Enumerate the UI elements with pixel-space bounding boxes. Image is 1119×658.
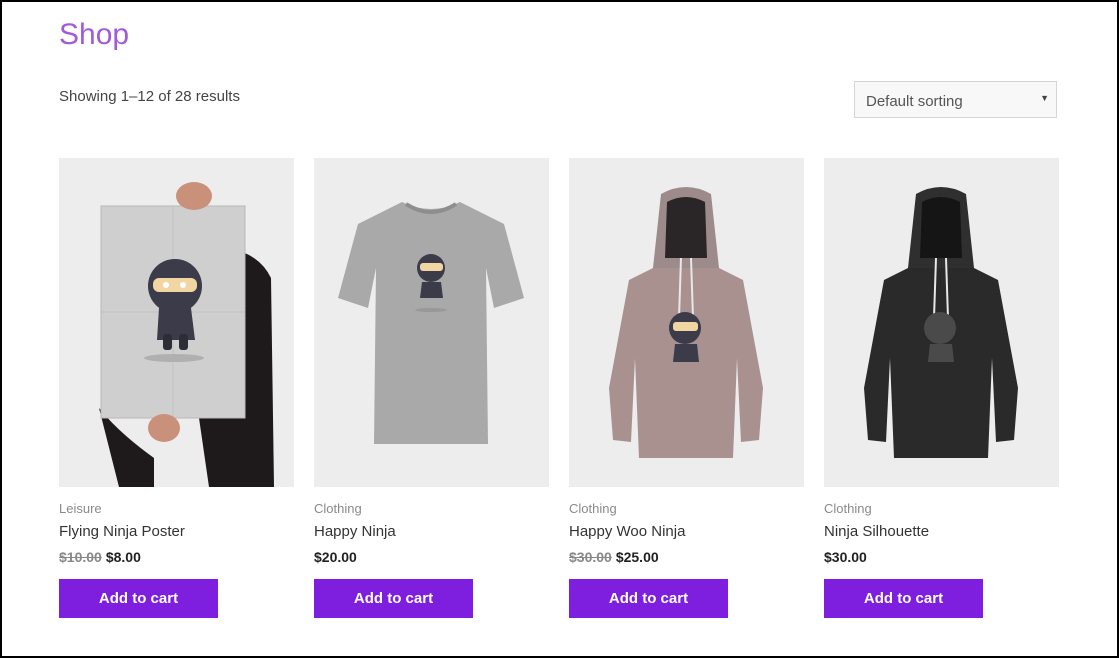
tshirt-ninja-image[interactable] [314,158,549,487]
product-name[interactable]: Flying Ninja Poster [59,523,185,540]
product-card: Clothing Happy Woo Ninja $30.00 $25.00 Ad… [569,158,804,618]
product-category[interactable]: Clothing [824,501,872,516]
sorting-selected-value: Default sorting [866,93,963,110]
product-old-price: $10.00 [59,549,102,565]
product-sale-price: $25.00 [615,549,659,565]
product-category[interactable]: Clothing [569,501,617,516]
poster-ninja-image[interactable] [59,158,294,487]
product-category[interactable]: Leisure [59,501,102,516]
product-name[interactable]: Happy Woo Ninja [569,523,685,540]
product-regular-price: $20.00 [314,549,357,565]
product-card: Clothing Happy Ninja $20.00 Add to cart [314,158,549,618]
product-card: Clothing Ninja Silhouette $30.00 Add to … [824,158,1059,618]
add-to-cart-button[interactable]: Add to cart [59,579,218,618]
product-price: $30.00 $25.00 [569,549,659,565]
shop-page: Shop Showing 1–12 of 28 results Default … [0,0,1119,658]
product-price: $10.00 $8.00 [59,549,141,565]
sorting-select[interactable]: Default sorting ▼ [854,81,1057,118]
chevron-down-icon: ▼ [1040,93,1049,103]
add-to-cart-button[interactable]: Add to cart [824,579,983,618]
result-count: Showing 1–12 of 28 results [59,88,240,105]
hoodie-black-ninja-image[interactable] [824,158,1059,487]
product-price: $30.00 [824,549,867,565]
add-to-cart-button[interactable]: Add to cart [569,579,728,618]
product-price: $20.00 [314,549,357,565]
page-title: Shop [59,18,130,51]
product-sale-price: $8.00 [105,549,141,565]
product-regular-price: $30.00 [824,549,867,565]
product-card: Leisure Flying Ninja Poster $10.00 $8.00 … [59,158,294,618]
product-category[interactable]: Clothing [314,501,362,516]
product-name[interactable]: Ninja Silhouette [824,523,929,540]
add-to-cart-button[interactable]: Add to cart [314,579,473,618]
product-name[interactable]: Happy Ninja [314,523,396,540]
hoodie-pink-ninja-image[interactable] [569,158,804,487]
product-old-price: $30.00 [569,549,612,565]
